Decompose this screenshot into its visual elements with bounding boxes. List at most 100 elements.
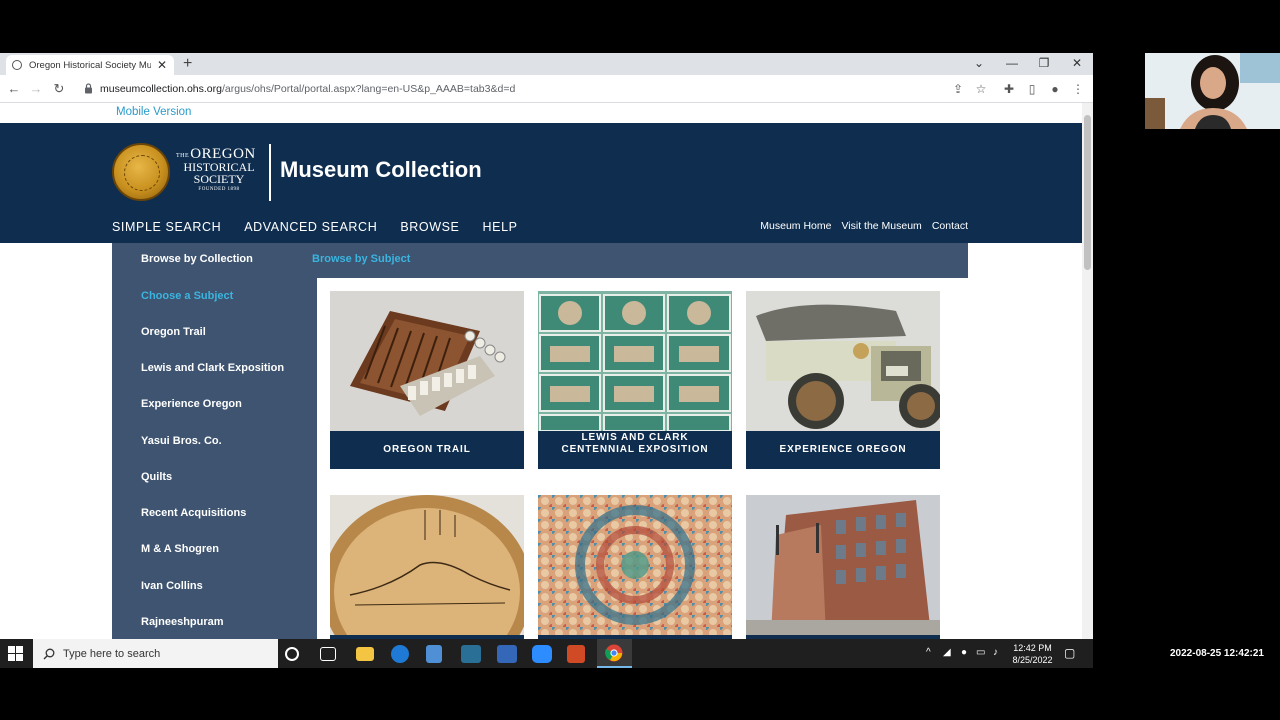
- bookmark-star-icon[interactable]: ☆: [972, 80, 990, 98]
- tab-search-icon[interactable]: ⌄: [963, 53, 995, 75]
- tile-caption: EXPERIENCE OREGON: [779, 444, 907, 455]
- file-explorer-icon[interactable]: [356, 647, 374, 661]
- task-view-icon[interactable]: [320, 647, 336, 661]
- reload-icon[interactable]: ↻: [50, 80, 68, 98]
- mobile-version-link[interactable]: Mobile Version: [116, 106, 191, 118]
- lock-icon[interactable]: [84, 83, 93, 94]
- microphone-icon[interactable]: ●: [961, 647, 967, 658]
- url-path: /argus/ohs/Portal/portal.aspx?lang=en-US…: [221, 83, 516, 95]
- zoom-icon[interactable]: [532, 645, 552, 663]
- nav-advanced-search[interactable]: ADVANCED SEARCH: [244, 220, 377, 234]
- outlook-icon[interactable]: [497, 645, 517, 663]
- tab-browse-by-subject[interactable]: Browse by Subject: [312, 253, 410, 265]
- sidebar-item-recent-acquisitions[interactable]: Recent Acquisitions: [141, 507, 246, 519]
- clock-date: 8/25/2022: [1012, 655, 1053, 665]
- utility-nav: Museum Home Visit the Museum Contact: [760, 220, 968, 232]
- url-host: museumcollection.ohs.org: [100, 83, 222, 95]
- volume-icon[interactable]: ♪: [993, 647, 998, 658]
- sidebar-item-shogren[interactable]: M & A Shogren: [141, 543, 219, 555]
- cortana-icon[interactable]: [285, 647, 299, 661]
- tray-chevron-icon[interactable]: ^: [926, 647, 931, 658]
- sidebar-item-lewis-clark[interactable]: Lewis and Clark Exposition: [141, 362, 284, 374]
- page-scrollbar[interactable]: [1082, 103, 1093, 639]
- tab-title: Oregon Historical Society Museu: [29, 59, 151, 71]
- notifications-icon[interactable]: ▢: [1064, 646, 1075, 660]
- sidebar-item-ivan-collins[interactable]: Ivan Collins: [141, 580, 203, 592]
- search-icon: [43, 648, 55, 659]
- sidebar-item-choose-subject[interactable]: Choose a Subject: [141, 290, 233, 302]
- browse-panel: Browse by Collection Choose a Subject Or…: [112, 243, 968, 639]
- tab-browse-by-collection[interactable]: Browse by Collection: [141, 253, 253, 265]
- url-field[interactable]: museumcollection.ohs.org/argus/ohs/Porta…: [100, 81, 515, 97]
- extensions-icon[interactable]: ✚: [1000, 80, 1018, 98]
- powerpoint-icon[interactable]: [567, 645, 585, 663]
- tile-yasui-bros[interactable]: [330, 495, 524, 639]
- page-viewport: Mobile Version THE OREGON HISTORICAL SOC…: [0, 103, 1093, 639]
- taskbar-search[interactable]: Type here to search: [33, 639, 278, 668]
- restore-button[interactable]: ❐: [1028, 53, 1060, 75]
- tile-oregon-trail[interactable]: OREGON TRAIL: [330, 291, 524, 469]
- nav-museum-home[interactable]: Museum Home: [760, 220, 831, 232]
- building-painting-image: [746, 495, 940, 635]
- nav-visit-museum[interactable]: Visit the Museum: [841, 220, 921, 232]
- tile-caption: OREGON TRAIL: [383, 444, 471, 455]
- scrollbar-thumb[interactable]: [1084, 115, 1091, 270]
- browser-tab[interactable]: Oregon Historical Society Museu ✕: [6, 55, 174, 75]
- logo-line3: SOCIETY: [193, 172, 245, 186]
- logo-the: THE: [176, 153, 190, 159]
- close-window-button[interactable]: ✕: [1061, 53, 1093, 75]
- battery-icon[interactable]: ▭: [976, 647, 985, 658]
- sidebar-item-yasui-bros[interactable]: Yasui Bros. Co.: [141, 435, 222, 447]
- new-tab-button[interactable]: +: [183, 54, 192, 74]
- clock-time: 12:42 PM: [1013, 643, 1052, 653]
- subject-sidebar: Browse by Collection Choose a Subject Or…: [112, 243, 317, 639]
- sidebar-item-experience-oregon[interactable]: Experience Oregon: [141, 398, 242, 410]
- windows-start-icon[interactable]: [8, 646, 23, 661]
- ohs-wordmark-logo[interactable]: THE OREGON HISTORICAL SOCIETY FOUNDED 18…: [176, 147, 262, 193]
- tile-experience-oregon[interactable]: EXPERIENCE OREGON: [746, 291, 940, 469]
- sidebar-item-quilts[interactable]: Quilts: [141, 471, 172, 483]
- quilt-image: [538, 495, 732, 635]
- sidebar-item-oregon-trail[interactable]: Oregon Trail: [141, 326, 206, 338]
- edge-browser-icon[interactable]: [391, 645, 409, 663]
- screen: Oregon Historical Society Museu ✕ + ⌄ — …: [0, 0, 1280, 720]
- tile-lewis-clark-exposition[interactable]: LEWIS AND CLARK CENTENNIAL EXPOSITION: [538, 291, 732, 469]
- excel-icon[interactable]: [461, 645, 481, 663]
- nav-simple-search[interactable]: SIMPLE SEARCH: [112, 220, 221, 234]
- main-nav: SIMPLE SEARCH ADVANCED SEARCH BROWSE HEL…: [112, 220, 541, 234]
- tile-quilts[interactable]: [538, 495, 732, 639]
- site-header: THE OREGON HISTORICAL SOCIETY FOUNDED 18…: [0, 123, 1082, 243]
- recording-timestamp: 2022-08-25 12:42:21: [1170, 648, 1264, 659]
- sidebar-item-rajneeshpuram[interactable]: Rajneeshpuram: [141, 616, 224, 628]
- network-icon[interactable]: ◢: [943, 647, 951, 658]
- tile-recent-acquisitions[interactable]: [746, 495, 940, 639]
- webcam-thumbnail: [1145, 53, 1280, 129]
- back-arrow-icon[interactable]: ←: [5, 80, 23, 98]
- nav-contact[interactable]: Contact: [932, 220, 968, 232]
- nav-help[interactable]: HELP: [483, 220, 518, 234]
- logo-divider: [269, 144, 271, 201]
- ohs-seal-logo[interactable]: [112, 143, 170, 201]
- menu-kebab-icon[interactable]: ⋮: [1069, 80, 1087, 98]
- antique-car-image: [746, 291, 940, 431]
- share-icon[interactable]: ⇪: [949, 80, 967, 98]
- nav-browse[interactable]: BROWSE: [400, 220, 459, 234]
- tile-caption: LEWIS AND CLARK CENTENNIAL EXPOSITION: [561, 432, 709, 455]
- wooden-plate-image: [330, 495, 524, 635]
- chrome-icon: [605, 644, 623, 662]
- chrome-taskbar-button[interactable]: [597, 639, 632, 668]
- profile-icon[interactable]: ●: [1046, 80, 1064, 98]
- address-bar-row: ← → ↻ museumcollection.ohs.org/argus/ohs…: [0, 75, 1093, 103]
- side-panel-icon[interactable]: ▯: [1023, 80, 1041, 98]
- close-tab-icon[interactable]: ✕: [157, 59, 167, 71]
- minimize-button[interactable]: —: [996, 53, 1028, 75]
- tab-bar: Oregon Historical Society Museu ✕ + ⌄ — …: [0, 53, 1093, 75]
- browser-window: Oregon Historical Society Museu ✕ + ⌄ — …: [0, 53, 1093, 639]
- calculator-icon[interactable]: [426, 645, 442, 663]
- accordion-image: [330, 291, 524, 431]
- site-title[interactable]: Museum Collection: [280, 157, 482, 183]
- forward-arrow-icon[interactable]: →: [27, 80, 45, 98]
- taskbar-search-placeholder: Type here to search: [63, 647, 161, 660]
- windows-taskbar: Type here to search ^ ◢ ● ▭ ♪ 12:42 PM 8…: [0, 639, 1093, 668]
- taskbar-clock[interactable]: 12:42 PM 8/25/2022: [1005, 642, 1060, 666]
